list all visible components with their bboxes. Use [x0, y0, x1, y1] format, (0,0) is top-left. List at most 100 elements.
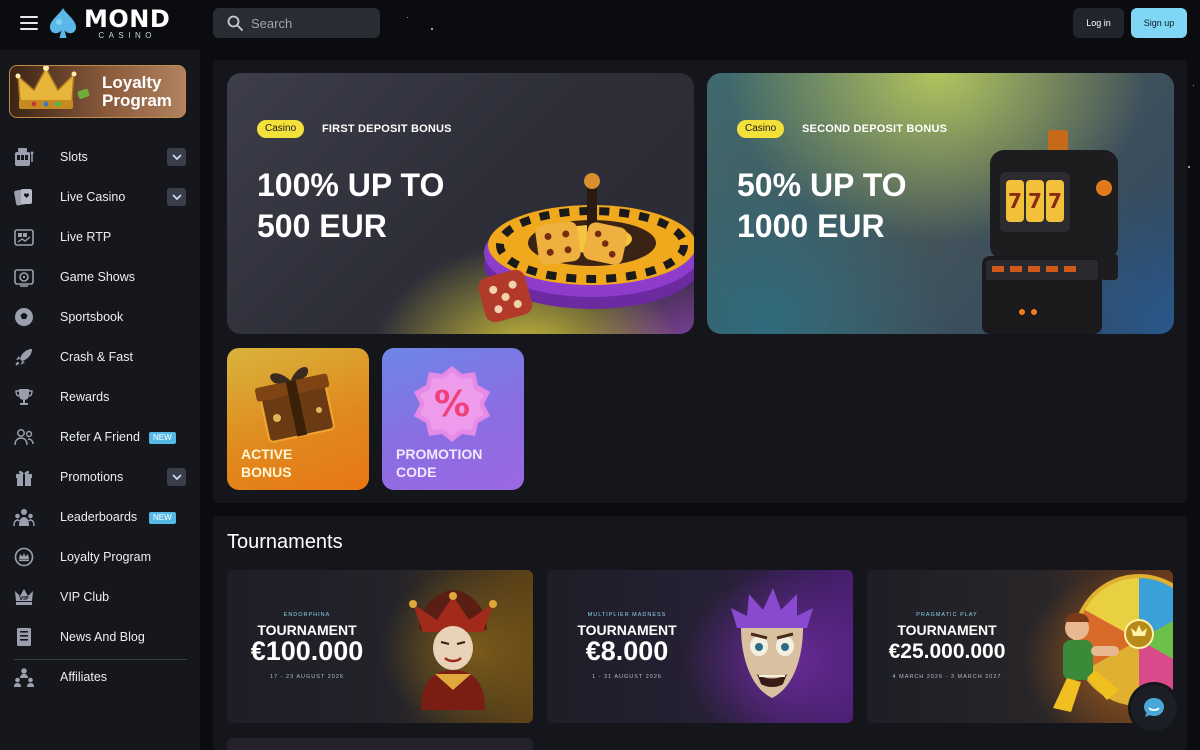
svg-text:7: 7 [1008, 189, 1022, 213]
leaderboard-icon [13, 509, 35, 527]
loyalty-program-card[interactable]: Loyalty Program [9, 65, 186, 118]
news-icon [17, 628, 31, 646]
cards-icon [14, 189, 32, 206]
expand-button[interactable] [167, 468, 186, 486]
search-input[interactable] [251, 15, 361, 31]
second-deposit-banner[interactable]: Casino SECOND DEPOSIT BONUS 50% UP TO 10… [707, 73, 1174, 334]
expand-button[interactable] [167, 188, 186, 206]
sidebar-item-label: Sportsbook [60, 310, 124, 324]
sidebar-item-rewards[interactable]: Rewards [0, 377, 200, 417]
signup-button[interactable]: Sign up [1131, 8, 1187, 38]
sidebar-item-label: Slots [60, 150, 88, 164]
sidebar-item-promotions[interactable]: Promotions [0, 457, 200, 497]
star-decoration [407, 17, 408, 18]
spade-logo-icon [50, 8, 76, 38]
soccer-ball-icon [15, 308, 33, 326]
svg-text:7: 7 [1048, 189, 1062, 213]
expand-button[interactable] [167, 148, 186, 166]
slot-machine-icon [15, 148, 34, 166]
sidebar-item-label: Affiliates [60, 670, 108, 684]
star-decoration [1193, 85, 1194, 86]
sidebar-item-game-shows[interactable]: Game Shows [0, 257, 200, 297]
refer-friend-icon [14, 429, 34, 446]
chat-button[interactable] [1131, 685, 1177, 731]
tournament-provider: ENDORPHINA [283, 612, 331, 618]
sidebar-item-news-and-blog[interactable]: News And Blog [0, 617, 200, 657]
tile-label-line1: PROMOTION [396, 446, 483, 462]
slot-machine-illustration: 7 7 7 [982, 130, 1118, 334]
sidebar-item-live-casino[interactable]: Live Casino [0, 177, 200, 217]
sidebar-item-label: VIP Club [60, 590, 110, 604]
sidebar-item-sportsbook[interactable]: Sportsbook [0, 297, 200, 337]
svg-text:7: 7 [1028, 189, 1042, 213]
sidebar: Loyalty Program Slots Live Casino Live R… [0, 50, 200, 750]
svg-text:VIP: VIP [19, 596, 29, 602]
tournament-dates: 17 - 23 AUGUST 2026 [270, 674, 344, 680]
sidebar-item-refer-a-friend[interactable]: Refer A Friend NEW [0, 417, 200, 457]
sidebar-item-slots[interactable]: Slots [0, 137, 200, 177]
banner-amount: 100% UP TO 500 EUR [257, 165, 497, 247]
tile-label: ACTIVE BONUS [241, 445, 292, 481]
banner-amount: 50% UP TO 1000 EUR [737, 165, 977, 247]
sidebar-item-label: Live RTP [60, 230, 112, 244]
tournament-provider: PRAGMATIC PLAY [916, 612, 978, 618]
sidebar-item-loyalty-program[interactable]: Loyalty Program [0, 537, 200, 577]
star-decoration [431, 28, 433, 30]
sidebar-item-label: Rewards [60, 390, 110, 404]
logo[interactable]: MOND CASINO [48, 6, 170, 40]
percent-badge-icon: % [414, 366, 490, 442]
jester-illustration [409, 590, 497, 710]
new-badge: NEW [149, 512, 176, 524]
category-tag: Casino [257, 120, 305, 138]
gift-box-illustration [254, 367, 335, 443]
tournament-card[interactable]: ENDORPHINA TOURNAMENT €100.000 17 - 23 A… [227, 570, 533, 723]
logo-wordmark: MOND [84, 4, 171, 33]
sidebar-item-label: Loyalty Program [60, 550, 152, 564]
loyalty-card-label-line2: Program [102, 91, 172, 110]
sidebar-item-label: Promotions [60, 470, 124, 484]
star-decoration [1188, 166, 1190, 168]
sidebar-item-live-rtp[interactable]: Live RTP [0, 217, 200, 257]
first-deposit-banner[interactable]: Casino FIRST DEPOSIT BONUS 100% UP TO 50… [227, 73, 694, 334]
sidebar-item-crash-fast[interactable]: Crash & Fast [0, 337, 200, 377]
tile-label-line1: ACTIVE [241, 446, 293, 462]
svg-text:%: % [434, 384, 470, 425]
banner-amount-line2: 500 EUR [257, 208, 387, 244]
menu-icon[interactable] [20, 16, 38, 30]
banner-amount-line2: 1000 EUR [737, 208, 885, 244]
tournament-dates: 1 - 31 AUGUST 2026 [592, 674, 662, 680]
new-badge: NEW [149, 432, 176, 444]
chat-icon [1144, 698, 1164, 717]
rtp-icon [14, 229, 34, 246]
login-button[interactable]: Log in [1073, 8, 1124, 38]
sidebar-item-label: Live Casino [60, 190, 126, 204]
tournament-prize: €100.000 [250, 636, 364, 666]
sidebar-item-leaderboards[interactable]: Leaderboards NEW [0, 497, 200, 537]
tournament-kind: TOURNAMENT [897, 622, 997, 638]
affiliates-icon [14, 668, 34, 687]
banner-amount-line1: 100% UP TO [257, 167, 445, 203]
roulette-dice-illustration [478, 173, 694, 323]
banner-title: SECOND DEPOSIT BONUS [802, 123, 948, 135]
sidebar-item-vip-club[interactable]: VIP VIP Club [0, 577, 200, 617]
loyalty-card-label-line1: Loyalty [102, 73, 162, 92]
loyalty-icon [14, 547, 34, 567]
search-box[interactable] [213, 8, 380, 38]
tile-label-line2: CODE [396, 464, 437, 480]
logo-subtitle: CASINO [98, 30, 156, 40]
sidebar-divider [14, 659, 187, 660]
category-tag: Casino [737, 120, 785, 138]
tile-label: PROMOTION CODE [396, 445, 482, 481]
promotion-code-tile[interactable]: % PROMOTION CODE [382, 348, 524, 490]
tournaments-heading: Tournaments [227, 531, 343, 553]
active-bonus-tile[interactable]: ACTIVE BONUS [227, 348, 369, 490]
sidebar-item-label: News And Blog [60, 630, 145, 644]
tournament-card[interactable]: MULTIPLIER MADNESS TOURNAMENT €8.000 1 -… [547, 570, 853, 723]
sidebar-nav: Slots Live Casino Live RTP Game Shows Sp… [0, 137, 200, 697]
vip-crown-icon: VIP [15, 589, 33, 605]
tournament-card[interactable]: PRAGMATIC PLAY TOURNAMENT €25.000.000 4 … [867, 570, 1173, 723]
banner-amount-line1: 50% UP TO [737, 167, 907, 203]
tournament-provider: MULTIPLIER MADNESS [587, 612, 667, 618]
sidebar-item-affiliates[interactable]: Affiliates [0, 657, 200, 697]
trophy-icon [15, 389, 33, 405]
